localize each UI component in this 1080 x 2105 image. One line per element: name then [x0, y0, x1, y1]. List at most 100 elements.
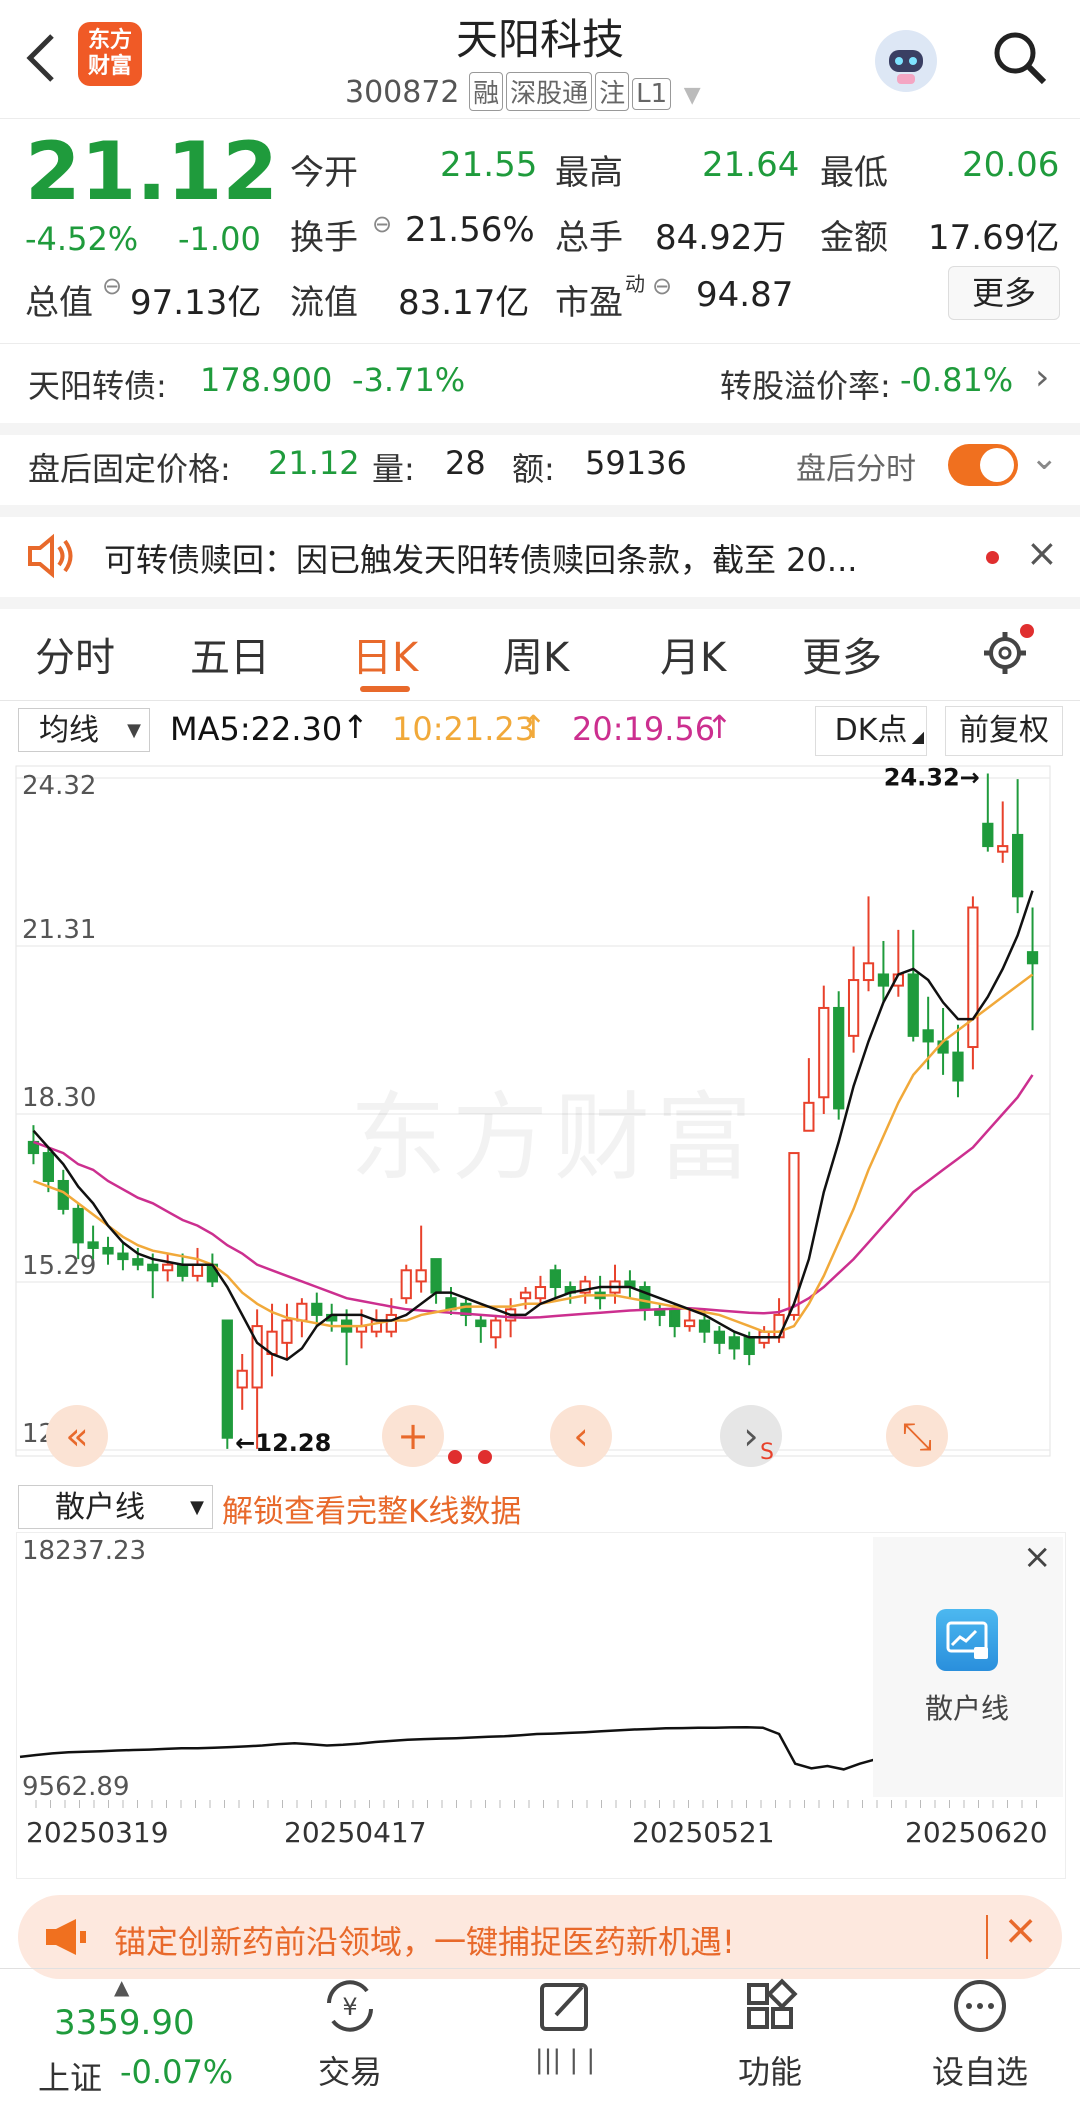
promo-banner[interactable]: 锚定创新药前沿领域，一键捕捉医药新机遇! × [18, 1895, 1062, 1979]
after-hours-vol: 28 [445, 444, 486, 482]
notice-dot [986, 551, 999, 564]
nav-trade[interactable]: ¥ 交易 [305, 1975, 395, 2093]
nav-function-label: 功能 [737, 2053, 802, 2091]
candle-body [773, 1313, 785, 1339]
tag-registered: 注 [595, 72, 630, 111]
stat-open-value: 21.55 [440, 145, 538, 185]
stat-float-value: 83.17亿 [398, 283, 530, 323]
candle-body [519, 1291, 532, 1300]
candle-body [102, 1246, 114, 1255]
candle-body [967, 906, 979, 1049]
stat-amount-value: 17.69亿 [928, 218, 1060, 258]
candle-body [997, 845, 1009, 853]
after-hours-row: 盘后固定价格: 21.12 量: 28 额: 59136 盘后分时 ⌄ [0, 430, 1080, 500]
index-ticker[interactable]: ▲ 3359.90 上证 -0.07% [30, 1975, 250, 2100]
tab-weekly-k[interactable]: 周K [503, 625, 569, 683]
triangle-up-icon: ▲ [114, 1975, 130, 1999]
date-label-4: 20250620 [905, 1816, 1048, 1849]
candle-body [713, 1330, 726, 1344]
back-step-button[interactable]: ‹ [550, 1405, 612, 1467]
close-icon[interactable]: × [1023, 1537, 1052, 1577]
notice-bar[interactable]: 可转债赎回：因已触发天阳转债赎回条款，截至 20... × [0, 513, 1080, 601]
y-tick-label: 21.31 [22, 915, 96, 945]
more-button[interactable]: 更多 [948, 266, 1060, 320]
robot-avatar-icon[interactable] [875, 30, 937, 92]
collapse-left-button[interactable]: « [46, 1405, 108, 1467]
candle-body [475, 1319, 487, 1328]
candle-body [42, 1152, 54, 1182]
info-icon[interactable]: ⊖ [372, 210, 392, 238]
candle-body [728, 1336, 740, 1350]
fullscreen-icon[interactable]: ⤡ [886, 1405, 948, 1467]
nav-add-watchlist[interactable]: 设自选 [925, 1975, 1035, 2093]
bond-price: 178.900 [200, 361, 333, 399]
close-icon[interactable]: × [1003, 1905, 1038, 1954]
retail-select[interactable]: 散户线 ▼ [18, 1485, 213, 1529]
nav-function[interactable]: 功能 [725, 1975, 815, 2093]
stat-mktcap-value: 97.13亿 [130, 283, 262, 323]
premium-label: 转股溢价率: [720, 367, 891, 405]
high-marker: 24.32→ [884, 764, 980, 792]
after-hours-chart-label: 盘后分时 [796, 452, 916, 487]
candle-body [1026, 951, 1039, 965]
candle-body [743, 1336, 755, 1355]
tab-five-day[interactable]: 五日 [190, 625, 270, 683]
adjust-button[interactable]: 前复权 [945, 706, 1063, 756]
current-price: 21.12 [25, 125, 279, 218]
page-dot [478, 1450, 492, 1464]
close-icon[interactable]: × [1026, 531, 1058, 575]
ma-select[interactable]: 均线 ▼ [18, 708, 150, 752]
retail-lock-panel[interactable]: × 散户线 [873, 1537, 1063, 1797]
chart-watermark: 东方财富 [350, 1082, 758, 1194]
dk-point-button[interactable]: DK点 ◢ [815, 706, 927, 756]
tab-intraday[interactable]: 分时 [35, 625, 115, 683]
candle-body [862, 962, 875, 982]
play-signal-button[interactable]: › S [720, 1405, 782, 1467]
stat-pe-label: 市盈 [555, 283, 623, 323]
bond-name: 天阳转债: [28, 367, 167, 405]
stat-high-label: 最高 [555, 153, 623, 193]
date-label-2: 20250417 [284, 1816, 427, 1849]
nav-note[interactable]: ||| | | [520, 1975, 610, 2075]
zoom-in-button[interactable]: + [382, 1405, 444, 1467]
candle-body [669, 1308, 681, 1328]
stat-open-label: 今开 [290, 153, 358, 193]
index-name: 上证 [38, 2059, 103, 2097]
retail-lock-label: 散户线 [925, 1692, 1010, 1725]
tab-monthly-k[interactable]: 月K [660, 625, 726, 683]
unlock-link[interactable]: 解锁查看完整K线数据 [222, 1486, 521, 1531]
stat-low-label: 最低 [820, 153, 888, 193]
candle-body [490, 1319, 502, 1339]
megaphone-icon [42, 1917, 88, 1961]
info-icon[interactable]: ⊖ [652, 272, 672, 300]
stat-high-value: 21.64 [702, 145, 800, 185]
stat-amount-label: 金额 [820, 218, 888, 258]
stat-volume-value: 84.92万 [655, 218, 787, 258]
active-tab-indicator [360, 686, 410, 692]
tab-daily-k[interactable]: 日K [352, 625, 418, 683]
speaker-icon [26, 533, 76, 583]
bond-row[interactable]: 天阳转债: 178.900 -3.71% 转股溢价率: -0.81% › [0, 343, 1080, 423]
premium-value: -0.81% [900, 361, 1014, 399]
candle-body [117, 1252, 129, 1261]
chevron-down-icon[interactable]: ⌄ [1030, 438, 1059, 478]
low-marker: ←12.28 [235, 1429, 331, 1457]
change-percent: -4.52% [25, 220, 139, 258]
stat-pe-value: 94.87 [696, 275, 794, 315]
nav-note-bars: ||| | | [534, 2045, 596, 2075]
nav-trade-label: 交易 [317, 2053, 382, 2091]
tab-more[interactable]: 更多 [802, 625, 882, 683]
info-icon[interactable]: ⊖ [102, 272, 122, 300]
after-hours-toggle[interactable] [948, 444, 1018, 486]
tag-sz-connect: 深股通 [506, 72, 593, 111]
candle-body [698, 1319, 711, 1333]
after-hours-amt-label: 额: [512, 450, 555, 488]
search-icon[interactable] [990, 28, 1050, 88]
candle-body [176, 1263, 189, 1277]
ma5-arrow: ↑ [342, 708, 369, 746]
index-pct: -0.07% [120, 2053, 234, 2091]
stock-code-row[interactable]: 300872 融深股通注 L1 ▼ [345, 72, 701, 111]
ma5-label: MA5:22.30 [170, 710, 343, 748]
candle-body [907, 973, 919, 1037]
settings-gear-icon[interactable] [980, 624, 1034, 678]
